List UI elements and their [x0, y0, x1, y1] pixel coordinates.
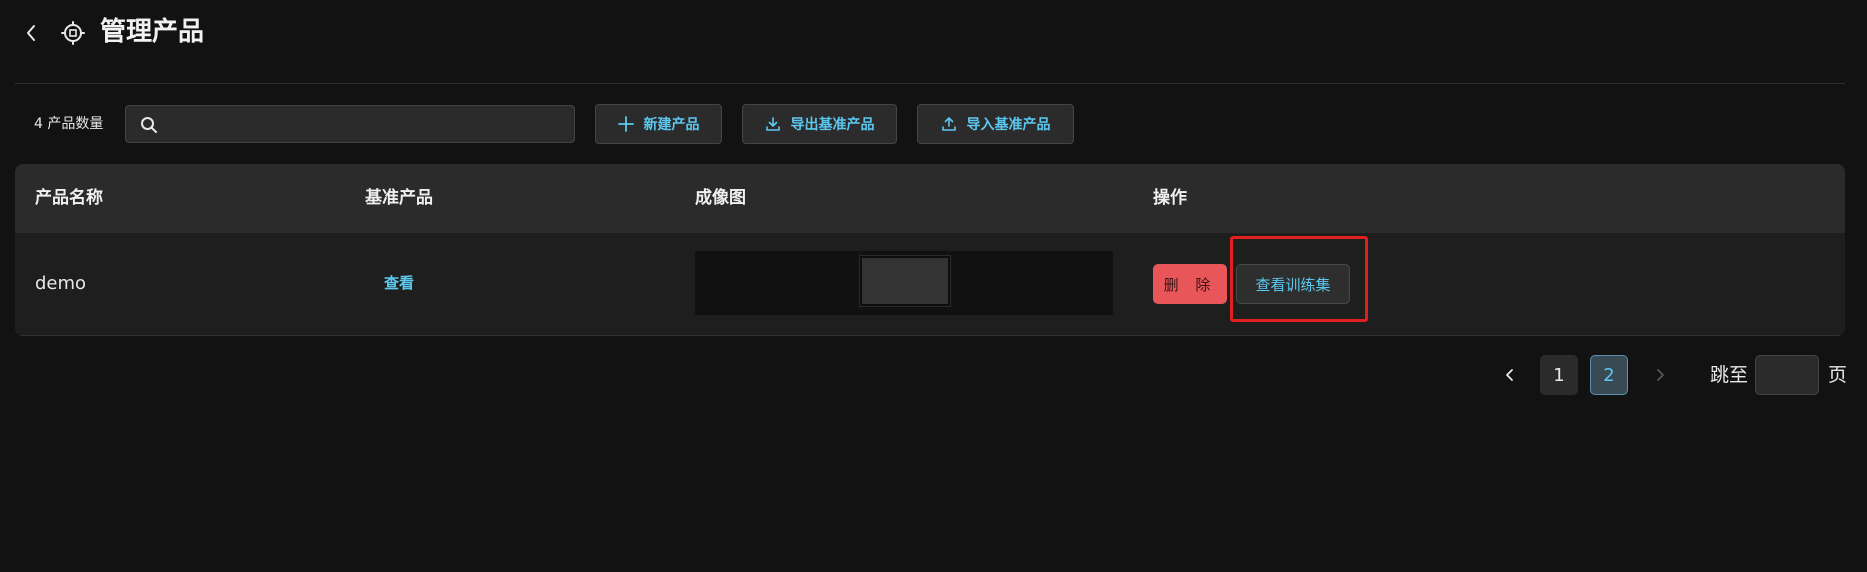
back-button[interactable] [18, 18, 44, 48]
import-label: 导入基准产品 [966, 117, 1051, 133]
page-header: 管理产品 [0, 0, 1867, 70]
search-box[interactable] [125, 105, 575, 144]
search-input[interactable] [170, 106, 574, 144]
chevron-left-icon [27, 25, 35, 41]
imaging-preview [695, 251, 1113, 315]
product-count: 4 产品数量 [34, 116, 104, 132]
pagination: 1 2 跳至 页 [0, 355, 1867, 395]
new-product-label: 新建产品 [643, 117, 700, 133]
jump-to-label: 跳至 [1710, 364, 1749, 386]
chevron-left-icon [1506, 369, 1513, 381]
download-icon [765, 117, 780, 131]
page-title: 管理产品 [100, 17, 205, 47]
page-button-1[interactable]: 1 [1540, 355, 1578, 395]
page-button-2[interactable]: 2 [1590, 355, 1628, 395]
search-icon [141, 117, 157, 133]
chip-settings-icon [61, 21, 85, 45]
export-baseline-button[interactable]: 导出基准产品 [742, 104, 897, 144]
product-table: 产品名称 基准产品 成像图 操作 demo 查看 删 除 查看训练集 [15, 164, 1845, 336]
column-header-image: 成像图 [695, 188, 746, 208]
export-label: 导出基准产品 [790, 117, 875, 133]
table-row: demo 查看 删 除 查看训练集 [15, 233, 1845, 336]
product-name: demo [35, 273, 87, 294]
jump-page-input[interactable] [1755, 355, 1819, 395]
import-baseline-button[interactable]: 导入基准产品 [917, 104, 1074, 144]
next-page-button[interactable] [1640, 355, 1680, 395]
view-training-set-button[interactable]: 查看训练集 [1236, 264, 1350, 304]
upload-icon [941, 117, 956, 131]
page-suffix-label: 页 [1828, 364, 1848, 386]
image-thumbnail[interactable] [859, 255, 951, 307]
header-divider [15, 83, 1845, 84]
view-baseline-link[interactable]: 查看 [384, 273, 414, 293]
toolbar: 4 产品数量 新建产品 导出基准产品 导入基准产品 [0, 100, 1867, 150]
chevron-right-icon [1657, 369, 1664, 381]
column-header-name: 产品名称 [35, 188, 103, 208]
column-header-baseline: 基准产品 [365, 188, 433, 208]
delete-button[interactable]: 删 除 [1153, 264, 1227, 304]
column-header-actions: 操作 [1153, 188, 1187, 208]
prev-page-button[interactable] [1490, 355, 1530, 395]
plus-icon [617, 116, 634, 132]
new-product-button[interactable]: 新建产品 [595, 104, 722, 144]
table-header: 产品名称 基准产品 成像图 操作 [15, 164, 1845, 233]
